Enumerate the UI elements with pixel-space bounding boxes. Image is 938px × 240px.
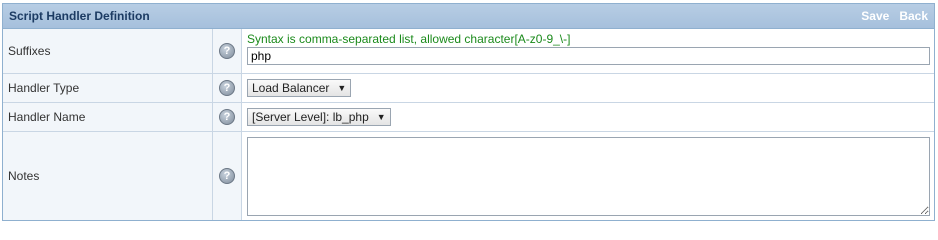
notes-textarea[interactable]: [247, 137, 930, 216]
notes-label: Notes: [3, 132, 213, 220]
panel-title: Script Handler Definition: [9, 9, 150, 23]
row-suffixes: Suffixes ? Syntax is comma-separated lis…: [3, 29, 934, 74]
handler-type-selected: Load Balancer: [252, 81, 330, 95]
handler-type-label: Handler Type: [3, 74, 213, 102]
help-icon[interactable]: ?: [219, 168, 235, 184]
handler-name-label: Handler Name: [3, 103, 213, 131]
row-notes: Notes ?: [3, 132, 934, 220]
handler-name-selected: [Server Level]: lb_php: [252, 110, 369, 124]
panel-actions: Save Back: [861, 9, 928, 23]
suffixes-syntax-hint: Syntax is comma-separated list, allowed …: [247, 32, 571, 46]
script-handler-panel: Script Handler Definition Save Back Suff…: [2, 3, 935, 221]
handler-name-select[interactable]: [Server Level]: lb_php ▼: [247, 108, 391, 126]
help-icon[interactable]: ?: [219, 109, 235, 125]
row-handler-name: Handler Name ? [Server Level]: lb_php ▼: [3, 103, 934, 132]
suffixes-input[interactable]: [247, 47, 930, 65]
row-handler-type: Handler Type ? Load Balancer ▼: [3, 74, 934, 103]
chevron-down-icon: ▼: [337, 83, 347, 93]
help-icon[interactable]: ?: [219, 43, 235, 59]
save-button[interactable]: Save: [861, 9, 889, 23]
handler-type-select[interactable]: Load Balancer ▼: [247, 79, 352, 97]
suffixes-label: Suffixes: [3, 29, 213, 73]
back-button[interactable]: Back: [899, 9, 928, 23]
help-icon[interactable]: ?: [219, 80, 235, 96]
chevron-down-icon: ▼: [376, 112, 386, 122]
panel-header: Script Handler Definition Save Back: [3, 4, 934, 29]
